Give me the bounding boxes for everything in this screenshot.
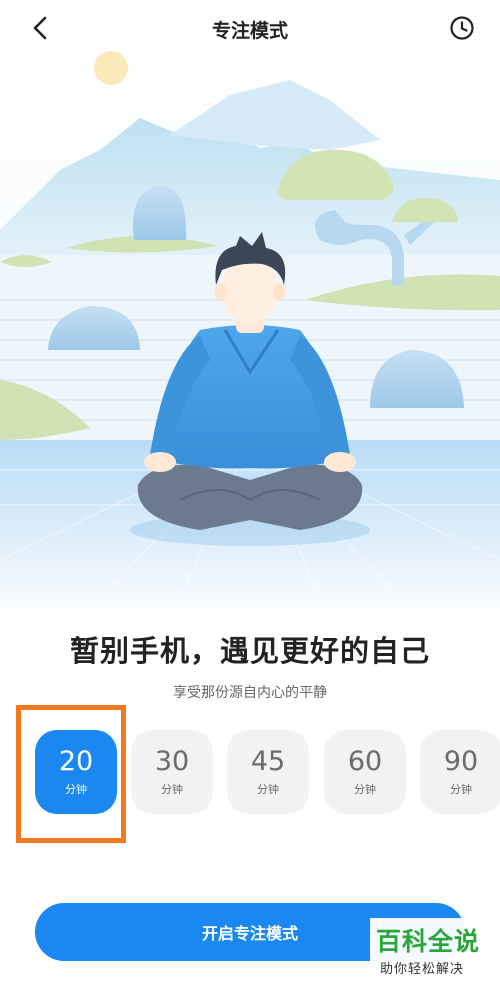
watermark-title: 百科全说 — [376, 927, 481, 956]
duration-unit: 分钟 — [161, 783, 183, 796]
history-button[interactable] — [444, 12, 480, 48]
duration-unit: 分钟 — [450, 783, 472, 796]
headline: 暂别手机，遇见更好的自己 — [69, 634, 430, 668]
duration-option-45[interactable]: 45 分钟 — [227, 730, 309, 814]
duration-option-60[interactable]: 60 分钟 — [324, 730, 406, 814]
duration-value: 45 — [250, 746, 286, 777]
duration-value: 90 — [443, 746, 479, 777]
duration-value: 20 — [58, 746, 94, 777]
clock-icon — [449, 15, 475, 45]
watermark-subtitle: 助你轻松解决 — [380, 962, 465, 977]
duration-unit: 分钟 — [65, 783, 87, 796]
duration-options: 20 分钟 30 分钟 45 分钟 60 分钟 90 分钟 — [0, 730, 500, 820]
app-header: 专注模式 — [0, 0, 500, 60]
page-title: 专注模式 — [211, 20, 288, 42]
subtitle: 享受那份源自内心的平静 — [173, 685, 327, 701]
duration-unit: 分钟 — [354, 783, 376, 796]
duration-option-30[interactable]: 30 分钟 — [131, 730, 213, 814]
duration-value: 60 — [347, 746, 383, 777]
meditation-illustration — [0, 0, 500, 621]
duration-option-90[interactable]: 90 分钟 — [420, 730, 500, 814]
duration-value: 30 — [154, 746, 190, 777]
watermark: 百科全说 助你轻松解决 — [370, 918, 492, 982]
duration-option-20[interactable]: 20 分钟 — [35, 730, 117, 814]
duration-unit: 分钟 — [257, 783, 279, 796]
